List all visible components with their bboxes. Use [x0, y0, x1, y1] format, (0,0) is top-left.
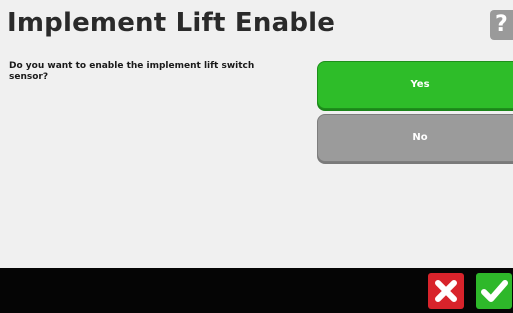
check-icon — [481, 280, 508, 302]
cancel-button[interactable] — [428, 273, 464, 309]
yes-button[interactable]: Yes — [317, 61, 513, 109]
help-icon: ? — [495, 12, 508, 37]
question-text: Do you want to enable the implement lift… — [9, 61, 255, 82]
close-icon — [435, 280, 457, 302]
no-button[interactable]: No — [317, 114, 513, 162]
confirm-button[interactable] — [476, 273, 512, 309]
help-button[interactable]: ? — [490, 10, 513, 40]
page-title: Implement Lift Enable — [7, 8, 336, 38]
implement-lift-enable-screen: Implement Lift Enable ? Do you want to e… — [0, 0, 513, 313]
